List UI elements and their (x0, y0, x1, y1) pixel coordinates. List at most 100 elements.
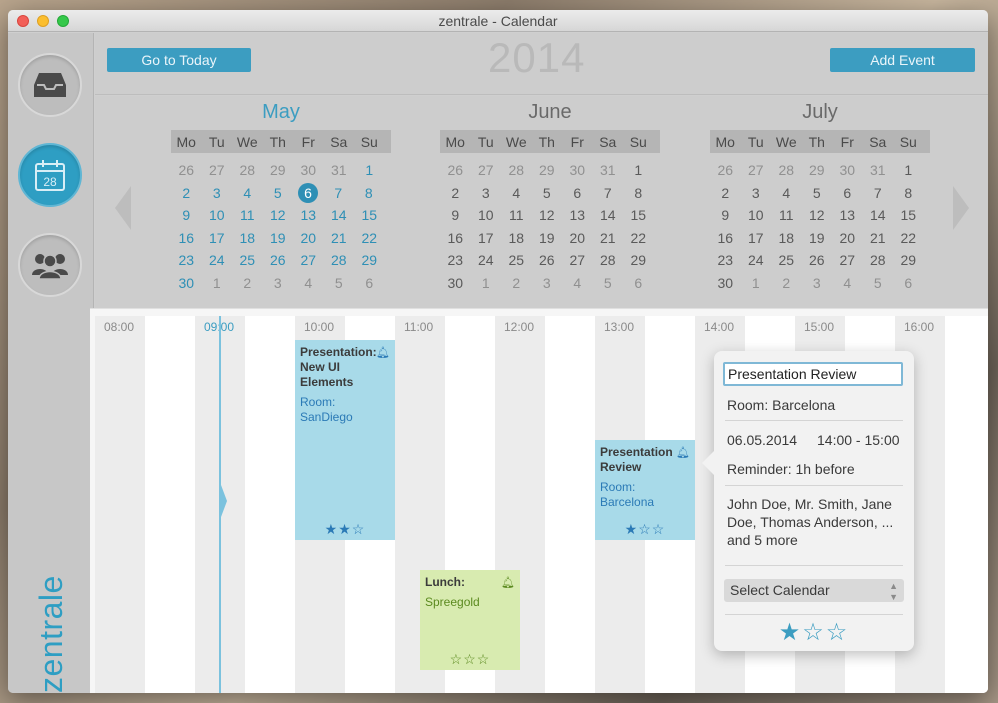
day-cell[interactable]: 2 (771, 275, 802, 291)
day-cell[interactable]: 28 (324, 252, 355, 268)
day-cell[interactable]: 29 (263, 162, 294, 178)
day-cell[interactable]: 6 (893, 275, 924, 291)
half-hour-column[interactable] (945, 316, 988, 693)
day-cell[interactable]: 12 (802, 207, 833, 223)
next-month-arrow-icon[interactable] (953, 186, 969, 230)
half-hour-column[interactable] (245, 316, 295, 693)
day-cell[interactable]: 31 (324, 162, 355, 178)
day-cell[interactable]: 28 (593, 252, 624, 268)
day-cell[interactable]: 16 (710, 230, 741, 246)
day-cell[interactable]: 15 (354, 207, 385, 223)
day-cell[interactable]: 14 (863, 207, 894, 223)
day-cell[interactable]: 1 (202, 275, 233, 291)
day-cell[interactable]: 23 (710, 252, 741, 268)
day-cell[interactable]: 1 (741, 275, 772, 291)
day-cell[interactable]: 10 (202, 207, 233, 223)
day-cell[interactable]: 29 (354, 252, 385, 268)
day-cell[interactable]: 11 (232, 207, 263, 223)
day-cell[interactable]: 17 (741, 230, 772, 246)
day-cell[interactable]: 5 (863, 275, 894, 291)
day-cell[interactable]: 22 (623, 230, 654, 246)
day-cell[interactable]: 21 (324, 230, 355, 246)
day-cell[interactable]: 19 (263, 230, 294, 246)
day-cell[interactable]: 15 (893, 207, 924, 223)
day-cell[interactable]: 6 (298, 182, 318, 203)
day-cell[interactable]: 6 (562, 185, 593, 201)
half-hour-column[interactable] (545, 316, 595, 693)
day-cell[interactable]: 3 (202, 185, 233, 201)
half-hour-column[interactable] (95, 316, 145, 693)
day-cell[interactable]: 1 (623, 162, 654, 178)
day-cell[interactable]: 1 (893, 162, 924, 178)
day-cell[interactable]: 15 (623, 207, 654, 223)
rating-stars[interactable]: ★☆☆ (714, 618, 914, 647)
day-cell[interactable]: 29 (623, 252, 654, 268)
minimize-window-button[interactable] (37, 15, 49, 27)
day-cell[interactable]: 28 (232, 162, 263, 178)
zoom-window-button[interactable] (57, 15, 69, 27)
day-cell[interactable]: 2 (171, 185, 202, 201)
day-cell[interactable]: 4 (232, 185, 263, 201)
day-cell[interactable]: 19 (802, 230, 833, 246)
day-cell[interactable]: 27 (202, 162, 233, 178)
day-cell[interactable]: 2 (440, 185, 471, 201)
day-cell[interactable]: 4 (771, 185, 802, 201)
day-cell[interactable]: 30 (171, 275, 202, 291)
day-cell[interactable]: 20 (562, 230, 593, 246)
day-cell[interactable]: 10 (471, 207, 502, 223)
day-cell[interactable]: 30 (710, 275, 741, 291)
day-cell[interactable]: 27 (471, 162, 502, 178)
day-cell[interactable]: 26 (171, 162, 202, 178)
day-cell[interactable]: 23 (171, 252, 202, 268)
sidebar-item-contacts[interactable] (18, 233, 82, 297)
day-cell[interactable]: 17 (202, 230, 233, 246)
day-cell[interactable]: 10 (741, 207, 772, 223)
day-cell[interactable]: 31 (863, 162, 894, 178)
day-cell[interactable]: 31 (593, 162, 624, 178)
day-cell[interactable]: 4 (501, 185, 532, 201)
day-cell[interactable]: 27 (293, 252, 324, 268)
day-cell[interactable]: 19 (532, 230, 563, 246)
day-cell[interactable]: 11 (771, 207, 802, 223)
day-cell[interactable]: 16 (440, 230, 471, 246)
day-cell[interactable]: 26 (532, 252, 563, 268)
day-cell[interactable]: 8 (893, 185, 924, 201)
day-cell[interactable]: 9 (440, 207, 471, 223)
day-cell[interactable]: 25 (501, 252, 532, 268)
day-cell[interactable]: 6 (354, 275, 385, 291)
half-hour-column[interactable] (145, 316, 195, 693)
event-title-input[interactable] (723, 362, 903, 386)
day-cell[interactable]: 1 (471, 275, 502, 291)
day-cell[interactable]: 30 (293, 162, 324, 178)
day-cell[interactable]: 28 (771, 162, 802, 178)
day-cell[interactable]: 9 (710, 207, 741, 223)
day-cell[interactable]: 24 (202, 252, 233, 268)
event-rating[interactable]: ★★☆ (295, 521, 395, 538)
event-presentation-review[interactable]: Presentation Review 🔔︎ Room: Barcelona ★… (595, 440, 695, 540)
day-cell[interactable]: 2 (232, 275, 263, 291)
event-rating[interactable]: ☆☆☆ (420, 651, 520, 668)
day-cell[interactable]: 3 (741, 185, 772, 201)
day-cell[interactable]: 13 (562, 207, 593, 223)
day-cell[interactable]: 5 (593, 275, 624, 291)
go-to-today-button[interactable]: Go to Today (107, 48, 251, 72)
day-cell[interactable]: 14 (593, 207, 624, 223)
day-cell[interactable]: 5 (532, 185, 563, 201)
day-cell[interactable]: 6 (623, 275, 654, 291)
day-cell[interactable]: 11 (501, 207, 532, 223)
day-cell[interactable]: 7 (593, 185, 624, 201)
day-cell[interactable]: 2 (710, 185, 741, 201)
day-cell[interactable]: 22 (893, 230, 924, 246)
day-cell[interactable]: 21 (593, 230, 624, 246)
day-cell[interactable]: 18 (232, 230, 263, 246)
event-presentation-ui[interactable]: Presentation: New UI Elements 🔔︎ Room: S… (295, 340, 395, 540)
day-cell[interactable]: 30 (440, 275, 471, 291)
day-cell[interactable]: 5 (263, 185, 294, 201)
day-cell[interactable]: 17 (471, 230, 502, 246)
day-cell[interactable]: 22 (354, 230, 385, 246)
day-cell[interactable]: 18 (771, 230, 802, 246)
close-window-button[interactable] (17, 15, 29, 27)
day-cell[interactable]: 26 (263, 252, 294, 268)
day-cell[interactable]: 26 (710, 162, 741, 178)
day-cell[interactable]: 3 (263, 275, 294, 291)
